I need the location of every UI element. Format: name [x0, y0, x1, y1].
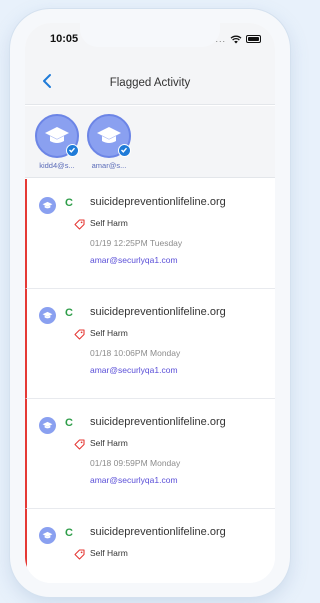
- tag-icon: [74, 219, 85, 230]
- student-avatar-amar[interactable]: amar@s...: [85, 114, 133, 170]
- activity-item[interactable]: C suicidepreventionlifeline.org Self Har…: [25, 399, 275, 509]
- activity-email[interactable]: amar@securlyqa1.com: [90, 475, 178, 485]
- student-avatar-kidd4[interactable]: kidd4@s...: [33, 114, 81, 170]
- tag-icon: [74, 329, 85, 340]
- activity-item[interactable]: C suicidepreventionlifeline.org Self Har…: [25, 289, 275, 399]
- activity-category: Self Harm: [90, 218, 128, 228]
- phone-frame: 10:05 .... Flagged Activity kidd4@s... a…: [10, 9, 290, 597]
- battery-icon: [246, 35, 261, 43]
- activity-timestamp: 01/18 09:59PM Monday: [90, 458, 181, 468]
- nav-bar: Flagged Activity: [25, 57, 275, 105]
- activity-timestamp: 01/18 10:06PM Monday: [90, 348, 181, 358]
- activity-timestamp: 01/19 12:25PM Tuesday: [90, 238, 183, 248]
- chrome-browser-icon: C: [65, 307, 73, 319]
- activity-email[interactable]: amar@securlyqa1.com: [90, 365, 178, 375]
- tag-icon: [74, 439, 85, 450]
- chrome-browser-icon: C: [65, 417, 73, 429]
- flagged-activity-list: C suicidepreventionlifeline.org Self Har…: [25, 179, 275, 583]
- graduation-cap-icon: [39, 197, 56, 214]
- checkmark-icon: [66, 144, 79, 157]
- activity-item[interactable]: C suicidepreventionlifeline.org Self Har…: [25, 509, 275, 583]
- activity-category: Self Harm: [90, 548, 128, 558]
- activity-category: Self Harm: [90, 328, 128, 338]
- device-notch: [80, 23, 220, 47]
- status-icons: ....: [212, 34, 261, 44]
- avatar: [87, 114, 131, 158]
- graduation-cap-icon: [39, 417, 56, 434]
- avatar-label: kidd4@s...: [39, 161, 75, 170]
- graduation-cap-icon: [97, 127, 121, 143]
- avatar-label: amar@s...: [91, 161, 127, 170]
- graduation-cap-icon: [45, 127, 69, 143]
- wifi-icon: [230, 35, 242, 43]
- activity-domain: suicidepreventionlifeline.org: [90, 196, 226, 208]
- status-time: 10:05: [50, 33, 79, 45]
- activity-email[interactable]: amar@securlyqa1.com: [90, 255, 178, 265]
- chrome-browser-icon: C: [65, 527, 73, 539]
- chrome-browser-icon: C: [65, 197, 73, 209]
- tag-icon: [74, 549, 85, 560]
- activity-category: Self Harm: [90, 438, 128, 448]
- app-screen: 10:05 .... Flagged Activity kidd4@s... a…: [25, 23, 275, 583]
- student-avatar-strip: kidd4@s... amar@s...: [25, 106, 275, 178]
- page-title: Flagged Activity: [109, 77, 191, 89]
- graduation-cap-icon: [39, 307, 56, 324]
- checkmark-icon: [118, 144, 131, 157]
- activity-domain: suicidepreventionlifeline.org: [90, 526, 226, 538]
- avatar: [35, 114, 79, 158]
- activity-domain: suicidepreventionlifeline.org: [90, 416, 226, 428]
- activity-domain: suicidepreventionlifeline.org: [90, 306, 226, 318]
- graduation-cap-icon: [39, 527, 56, 544]
- activity-item[interactable]: C suicidepreventionlifeline.org Self Har…: [25, 179, 275, 289]
